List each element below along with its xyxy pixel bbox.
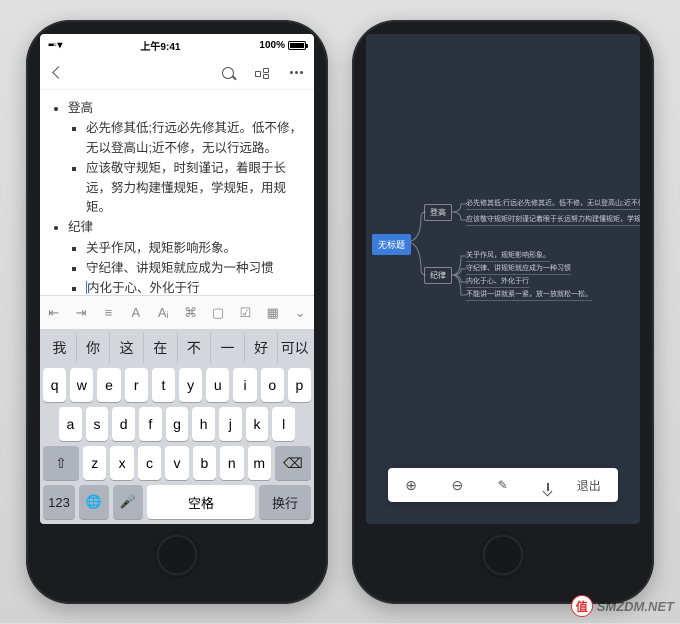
list-item: 守纪律、讲规矩就应成为一种习惯 bbox=[86, 259, 304, 278]
key[interactable]: k bbox=[246, 407, 269, 441]
key[interactable]: v bbox=[165, 446, 188, 480]
key[interactable]: n bbox=[220, 446, 243, 480]
delete-key[interactable]: ⌫ bbox=[275, 446, 311, 480]
key[interactable]: t bbox=[152, 368, 175, 402]
mindmap-leaf[interactable]: 应该敬守规矩时刻谨记着眼于长远努力构建懂规矩，学规矩，用规矩。 bbox=[466, 214, 640, 226]
tag-icon[interactable]: ⌘ bbox=[181, 305, 201, 321]
mic-key[interactable]: 🎤 bbox=[113, 485, 143, 519]
numbers-key[interactable]: 123 bbox=[43, 485, 75, 519]
key[interactable]: u bbox=[206, 368, 229, 402]
key[interactable]: i bbox=[233, 368, 256, 402]
indent-icon[interactable]: ⇥ bbox=[71, 305, 91, 321]
align-icon[interactable]: ≡ bbox=[98, 305, 118, 320]
key[interactable]: q bbox=[43, 368, 66, 402]
suggestion[interactable]: 好 bbox=[245, 333, 279, 363]
status-bar: ▪▪▫ ▾ 上午9:41 100% bbox=[40, 34, 314, 56]
key[interactable]: p bbox=[288, 368, 311, 402]
shift-key[interactable]: ⇧ bbox=[43, 446, 79, 480]
list-item: 纪律 关乎作风，规矩影响形象。 守纪律、讲规矩就应成为一种习惯 内化于心、外化于… bbox=[68, 218, 304, 295]
edit-icon[interactable]: ✎ bbox=[498, 478, 508, 492]
key[interactable]: l bbox=[272, 407, 295, 441]
suggestion[interactable]: 一 bbox=[211, 333, 245, 363]
key[interactable]: w bbox=[70, 368, 93, 402]
mindmap-node[interactable]: 登高 bbox=[424, 204, 452, 221]
phone-left: ▪▪▫ ▾ 上午9:41 100% 登高 bbox=[26, 20, 328, 604]
suggestion[interactable]: 这 bbox=[110, 333, 144, 363]
connector-lines bbox=[366, 34, 640, 354]
note-body[interactable]: 登高 必先修其低;行远必先修其近。低不修，无以登高山;近不修，无以行远路。 应该… bbox=[40, 90, 314, 295]
mindmap-leaf[interactable]: 不能讲一讲就紧一紧，放一放就松一松。 bbox=[466, 289, 592, 301]
key[interactable]: j bbox=[219, 407, 242, 441]
key[interactable]: r bbox=[125, 368, 148, 402]
watermark: 值 SMZDM.NET bbox=[571, 595, 674, 617]
font-icon[interactable]: A bbox=[126, 305, 146, 320]
list-item: 应该敬守规矩，时刻谨记，着眼于长远，努力构建懂规矩，学规矩，用规矩。 bbox=[86, 159, 304, 217]
mindmap-leaf[interactable]: 守纪律、讲规矩就应成为一种习惯 bbox=[466, 263, 571, 275]
outline-list: 登高 必先修其低;行远必先修其近。低不修，无以登高山;近不修，无以行远路。 应该… bbox=[50, 99, 304, 295]
exit-button[interactable]: 退出 bbox=[577, 477, 601, 494]
mindmap-leaf[interactable]: 必先修其低;行远必先修其近。低不修，无以登高山;近不修，无以行远路。 bbox=[466, 198, 640, 210]
key[interactable]: g bbox=[166, 407, 189, 441]
back-icon[interactable] bbox=[50, 65, 66, 81]
keyboard-hide-icon[interactable]: ⌄ bbox=[290, 305, 310, 321]
list-item: 登高 必先修其低;行远必先修其近。低不修，无以登高山;近不修，无以行远路。 应该… bbox=[68, 99, 304, 217]
mindmap-leaf[interactable]: 关乎作风，规矩影响形象。 bbox=[466, 250, 550, 262]
mindmap-leaf[interactable]: 内化于心、外化于行 bbox=[466, 276, 529, 288]
more-icon[interactable] bbox=[288, 65, 304, 81]
key[interactable]: b bbox=[193, 446, 216, 480]
list-item: 必先修其低;行远必先修其近。低不修，无以登高山;近不修，无以行远路。 bbox=[86, 119, 304, 158]
battery-indicator: 100% bbox=[259, 40, 306, 51]
suggestion[interactable]: 可以 bbox=[278, 333, 311, 363]
keyboard: 我 你 这 在 不 一 好 可以 q w e r t y u i bbox=[40, 329, 314, 524]
mindmap-toolbar: ⊕ ⊖ ✎ 退出 bbox=[388, 468, 618, 502]
key[interactable]: c bbox=[138, 446, 161, 480]
suggestion[interactable]: 我 bbox=[43, 333, 77, 363]
suggestion-bar: 我 你 这 在 不 一 好 可以 bbox=[43, 333, 311, 363]
key[interactable]: s bbox=[86, 407, 109, 441]
textstyle-icon[interactable]: Aᵢ bbox=[153, 305, 173, 320]
status-time: 上午9:41 bbox=[140, 38, 180, 53]
globe-key[interactable]: 🌐 bbox=[79, 485, 109, 519]
image-icon[interactable]: ▢ bbox=[208, 305, 228, 321]
suggestion[interactable]: 不 bbox=[178, 333, 212, 363]
return-key[interactable]: 换行 bbox=[259, 485, 311, 519]
list-item: 内化于心、外化于行 bbox=[86, 279, 304, 295]
phone-right: 无标题 登高 纪律 必先修其低;行远必先修其近。低不修，无以登高山;近不修，无以… bbox=[352, 20, 654, 604]
key[interactable]: h bbox=[192, 407, 215, 441]
key[interactable]: x bbox=[110, 446, 133, 480]
outdent-icon[interactable]: ⇤ bbox=[44, 305, 64, 321]
key[interactable]: z bbox=[83, 446, 106, 480]
checkbox-icon[interactable]: ☑ bbox=[235, 305, 255, 321]
format-toolbar: ⇤ ⇥ ≡ A Aᵢ ⌘ ▢ ☑ ▦ ⌄ bbox=[40, 295, 314, 329]
key[interactable]: o bbox=[261, 368, 284, 402]
key[interactable]: d bbox=[112, 407, 135, 441]
search-icon[interactable] bbox=[220, 65, 236, 81]
mindmap-root[interactable]: 无标题 bbox=[372, 234, 411, 255]
grid-icon[interactable]: ▦ bbox=[263, 305, 283, 321]
screen-editor: ▪▪▫ ▾ 上午9:41 100% 登高 bbox=[40, 34, 314, 524]
mindmap-canvas[interactable]: 无标题 登高 纪律 必先修其低;行远必先修其近。低不修，无以登高山;近不修，无以… bbox=[366, 34, 640, 524]
mindmap-icon[interactable] bbox=[254, 65, 270, 81]
key[interactable]: m bbox=[248, 446, 271, 480]
key[interactable]: a bbox=[59, 407, 82, 441]
key[interactable]: f bbox=[139, 407, 162, 441]
space-key[interactable]: 空格 bbox=[147, 485, 255, 519]
screen-mindmap: 无标题 登高 纪律 必先修其低;行远必先修其近。低不修，无以登高山;近不修，无以… bbox=[366, 34, 640, 524]
key[interactable]: e bbox=[97, 368, 120, 402]
mindmap-node[interactable]: 纪律 bbox=[424, 267, 452, 284]
signal-icon: ▪▪▫ ▾ bbox=[48, 40, 61, 51]
suggestion[interactable]: 你 bbox=[77, 333, 111, 363]
list-item: 关乎作风，规矩影响形象。 bbox=[86, 239, 304, 258]
key[interactable]: y bbox=[179, 368, 202, 402]
suggestion[interactable]: 在 bbox=[144, 333, 178, 363]
watermark-badge-icon: 值 bbox=[571, 595, 593, 617]
nav-bar bbox=[40, 56, 314, 90]
zoom-in-icon[interactable]: ⊕ bbox=[405, 477, 417, 494]
zoom-out-icon[interactable]: ⊖ bbox=[451, 477, 463, 494]
